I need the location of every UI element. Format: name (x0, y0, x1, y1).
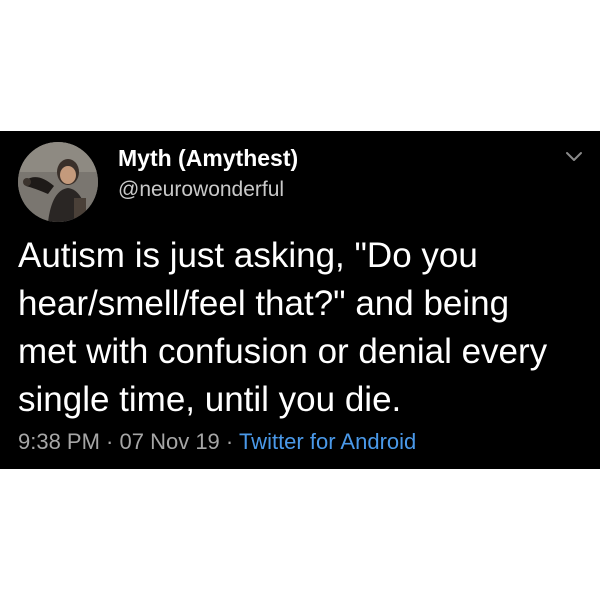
tweet-text: Autism is just asking, "Do you hear/smel… (18, 232, 588, 424)
avatar[interactable] (18, 142, 98, 222)
chevron-down-icon[interactable] (563, 149, 585, 165)
tweet-text-line: hear/smell/feel that?" and being (18, 284, 510, 323)
display-name[interactable]: Myth (Amythest) (118, 145, 298, 172)
tweet-time[interactable]: 9:38 PM (18, 429, 100, 454)
page: Myth (Amythest) @neurowonderful Autism i… (0, 0, 600, 600)
tweet-card: Myth (Amythest) @neurowonderful Autism i… (0, 131, 600, 469)
meta-separator: · (99, 429, 120, 454)
meta-separator: · (219, 429, 239, 454)
avatar-image (18, 142, 98, 222)
tweet-date[interactable]: 07 Nov 19 (120, 429, 220, 454)
tweet-meta: 9:38 PM · 07 Nov 19 · Twitter for Androi… (18, 429, 416, 455)
tweet-source-link[interactable]: Twitter for Android (239, 429, 416, 454)
tweet-text-line: met with confusion or denial every (18, 332, 548, 371)
tweet-text-line: Autism is just asking, "Do you (18, 236, 478, 275)
tweet-text-line: single time, until you die. (18, 380, 402, 419)
user-handle[interactable]: @neurowonderful (118, 178, 284, 202)
